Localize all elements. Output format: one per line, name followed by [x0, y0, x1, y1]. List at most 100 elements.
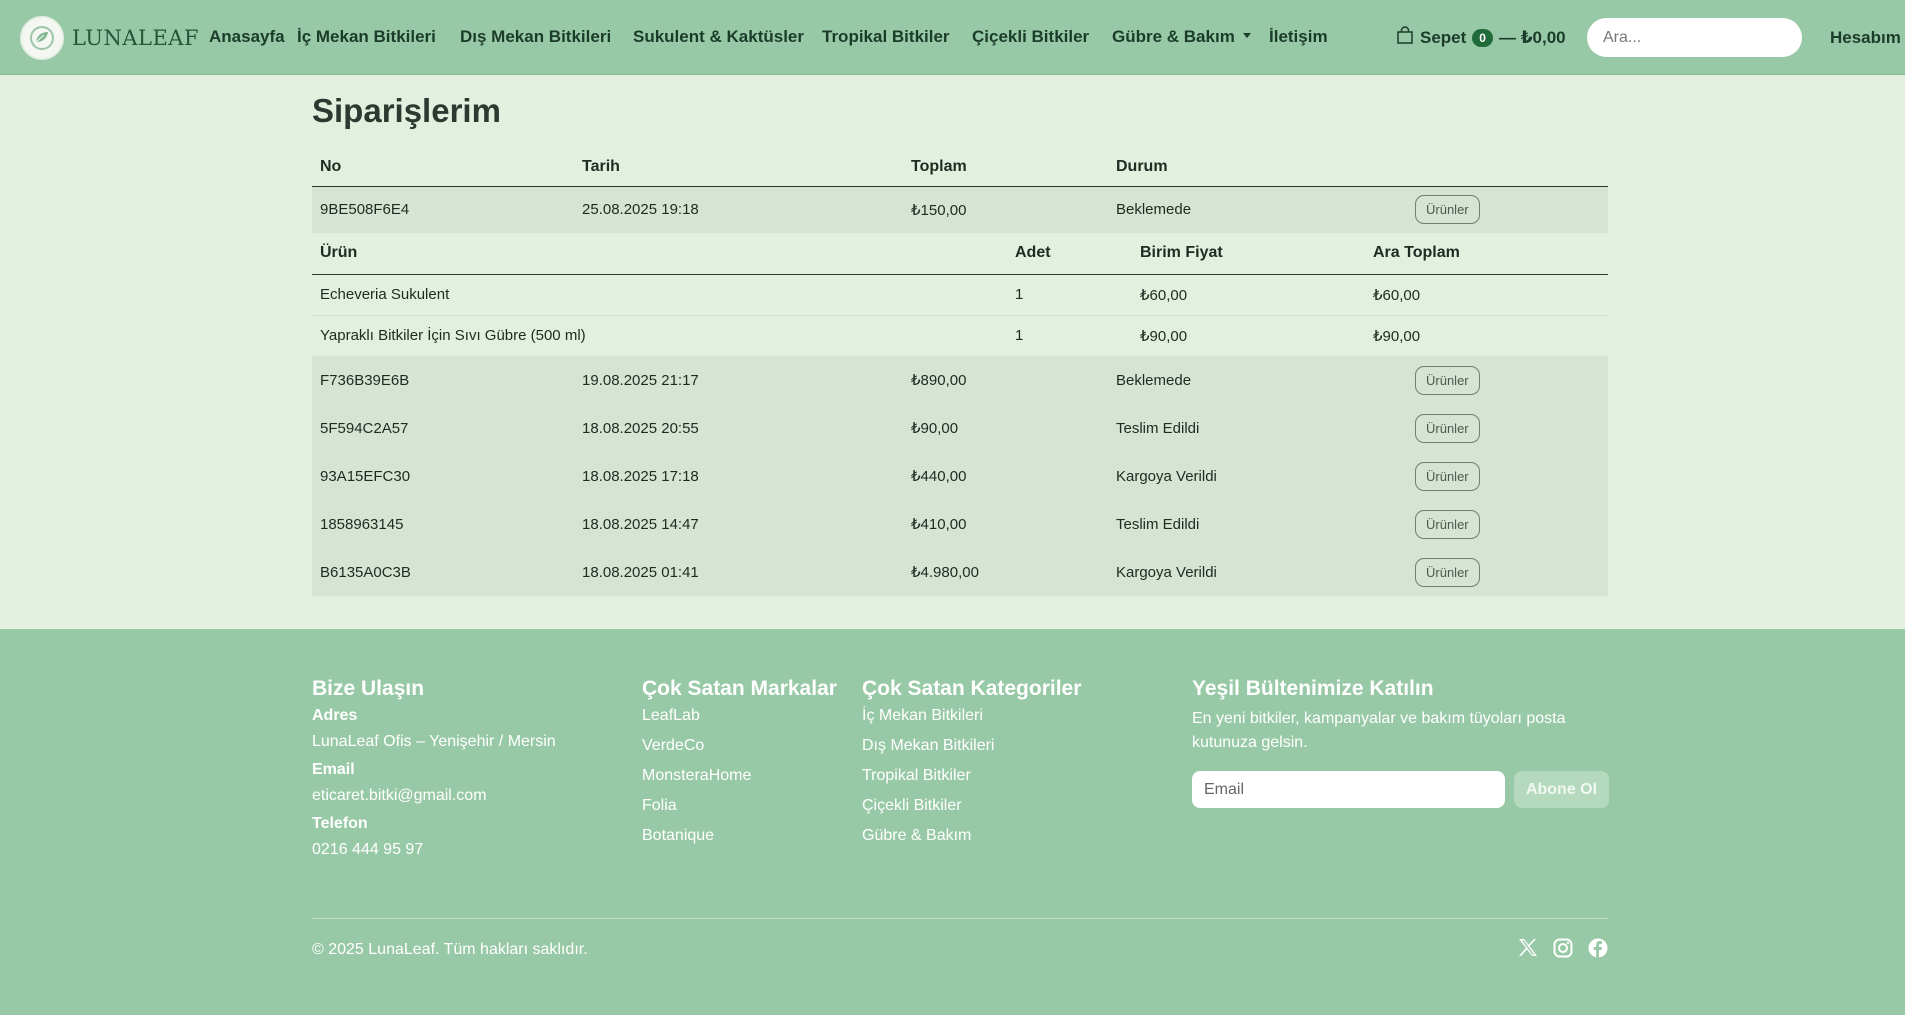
footer-brand-link[interactable]: LeafLab	[642, 707, 837, 725]
order-status: Kargoya Verildi	[1108, 452, 1407, 500]
order-total: ₺410,00	[903, 500, 1108, 548]
order-row: 1858963145 18.08.2025 14:47 ₺410,00 Tesl…	[312, 500, 1608, 548]
products-button[interactable]: Ürünler	[1415, 413, 1480, 443]
item-qty: 1	[1007, 274, 1132, 316]
cart-label: Sepet	[1420, 28, 1467, 47]
footer-brand-link[interactable]: MonsteraHome	[642, 767, 837, 785]
order-row: 9BE508F6E4 25.08.2025 19:18 ₺150,00 Bekl…	[312, 186, 1608, 233]
col-header-qty: Adet	[1007, 233, 1132, 275]
order-detail-cell: Ürün Adet Birim Fiyat Ara Toplam Echever…	[312, 233, 1608, 356]
order-row: 93A15EFC30 18.08.2025 17:18 ₺440,00 Karg…	[312, 452, 1608, 500]
footer-categories-title: Çok Satan Kategoriler	[862, 677, 1082, 700]
items-header-row: Ürün Adet Birim Fiyat Ara Toplam	[312, 233, 1608, 275]
nav-fertilizer-label: Gübre & Bakım	[1112, 27, 1235, 46]
products-button[interactable]: Ürünler	[1415, 365, 1480, 395]
footer-email[interactable]: eticaret.bitki@gmail.com	[312, 787, 556, 805]
footer-categories-section: Çok Satan Kategoriler İç Mekan Bitkileri…	[862, 677, 1081, 857]
footer-phone[interactable]: 0216 444 95 97	[312, 841, 556, 859]
footer-contact-title: Bize Ulaşın	[312, 677, 425, 700]
footer-address: LunaLeaf Ofis – Yenişehir / Mersin	[312, 733, 556, 750]
footer-address-label: Adres	[312, 707, 358, 724]
cart-link[interactable]: Sepet 0 — ₺0,00	[1396, 26, 1566, 50]
order-row: B6135A0C3B 18.08.2025 01:41 ₺4.980,00 Ka…	[312, 548, 1608, 596]
col-header-product: Ürün	[312, 233, 1007, 275]
shopping-bag-icon	[1396, 26, 1414, 50]
order-date: 18.08.2025 20:55	[574, 404, 903, 452]
item-row: Yapraklı Bitkiler İçin Sıvı Gübre (500 m…	[312, 315, 1608, 356]
products-button[interactable]: Ürünler	[1415, 509, 1480, 539]
col-header-date: Tarih	[574, 148, 903, 187]
instagram-icon[interactable]	[1552, 937, 1573, 958]
nav-indoor-plants[interactable]: İç Mekan Bitkileri	[297, 27, 436, 47]
products-button[interactable]: Ürünler	[1415, 195, 1480, 225]
footer-category-link[interactable]: Dış Mekan Bitkileri	[862, 737, 1081, 755]
order-total: ₺440,00	[903, 452, 1108, 500]
footer-brand-link[interactable]: VerdeCo	[642, 737, 837, 755]
order-row: 5F594C2A57 18.08.2025 20:55 ₺90,00 Tesli…	[312, 404, 1608, 452]
footer-category-link[interactable]: İç Mekan Bitkileri	[862, 707, 1081, 725]
col-header-status: Durum	[1108, 148, 1407, 187]
item-qty: 1	[1007, 315, 1132, 356]
x-twitter-icon[interactable]	[1517, 937, 1538, 958]
footer-category-link[interactable]: Tropikal Bitkiler	[862, 767, 1081, 785]
cart-total: — ₺0,00	[1498, 28, 1566, 47]
order-status: Kargoya Verildi	[1108, 548, 1407, 596]
col-header-unit-price: Birim Fiyat	[1132, 233, 1365, 275]
orders-header-row: No Tarih Toplam Durum	[312, 148, 1608, 187]
item-subtotal: ₺60,00	[1365, 274, 1608, 316]
order-row: F736B39E6B 19.08.2025 21:17 ₺890,00 Bekl…	[312, 356, 1608, 404]
order-no: 5F594C2A57	[312, 404, 574, 452]
item-unit-price: ₺90,00	[1132, 315, 1365, 356]
copyright-text: © 2025 LunaLeaf. Tüm hakları saklıdır.	[312, 941, 588, 958]
col-header-total: Toplam	[903, 148, 1108, 187]
order-detail-row: Ürün Adet Birim Fiyat Ara Toplam Echever…	[312, 233, 1608, 356]
orders-table: No Tarih Toplam Durum 9BE508F6E4 25.08.2…	[312, 148, 1608, 596]
item-unit-price: ₺60,00	[1132, 274, 1365, 316]
brand[interactable]: LUNALEAF	[20, 16, 199, 60]
item-row: Echeveria Sukulent 1 ₺60,00 ₺60,00	[312, 274, 1608, 316]
item-product: Yapraklı Bitkiler İçin Sıvı Gübre (500 m…	[312, 315, 1007, 356]
nav-outdoor-plants[interactable]: Dış Mekan Bitkileri	[460, 27, 611, 47]
nav-tropical[interactable]: Tropikal Bitkiler	[822, 27, 950, 47]
footer-brands-title: Çok Satan Markalar	[642, 677, 837, 700]
newsletter-form: Abone Ol	[1192, 771, 1609, 808]
subscribe-button[interactable]: Abone Ol	[1514, 771, 1609, 808]
order-actions-cell: Ürünler	[1407, 186, 1608, 233]
order-date: 18.08.2025 14:47	[574, 500, 903, 548]
nav-contact[interactable]: İletişim	[1269, 27, 1328, 47]
order-total: ₺4.980,00	[903, 548, 1108, 596]
nav-flowering[interactable]: Çiçekli Bitkiler	[972, 27, 1089, 47]
page-title: Siparişlerim	[312, 92, 501, 129]
products-button[interactable]: Ürünler	[1415, 461, 1480, 491]
order-date: 18.08.2025 17:18	[574, 452, 903, 500]
footer-brand-link[interactable]: Botanique	[642, 827, 837, 845]
search-input[interactable]	[1587, 18, 1802, 57]
order-total: ₺150,00	[903, 186, 1108, 233]
order-items-table: Ürün Adet Birim Fiyat Ara Toplam Echever…	[312, 233, 1608, 356]
order-total: ₺890,00	[903, 356, 1108, 404]
footer-category-link[interactable]: Gübre & Bakım	[862, 827, 1081, 845]
nav-home[interactable]: Anasayfa	[209, 27, 285, 47]
footer-newsletter-title: Yeşil Bültenimize Katılın	[1192, 677, 1434, 700]
order-status: Beklemede	[1108, 186, 1407, 233]
facebook-icon[interactable]	[1587, 937, 1608, 958]
footer-phone-label: Telefon	[312, 815, 368, 832]
nav-succulents[interactable]: Sukulent & Kaktüsler	[633, 27, 804, 47]
nav-fertilizer-dropdown[interactable]: Gübre & Bakım	[1112, 27, 1251, 47]
newsletter-email-input[interactable]	[1192, 771, 1505, 808]
order-no: 93A15EFC30	[312, 452, 574, 500]
brand-name: LUNALEAF	[72, 26, 200, 50]
order-no: B6135A0C3B	[312, 548, 574, 596]
col-header-actions	[1407, 148, 1608, 187]
footer-brand-link[interactable]: Folia	[642, 797, 837, 815]
products-button[interactable]: Ürünler	[1415, 557, 1480, 587]
order-status: Teslim Edildi	[1108, 404, 1407, 452]
footer-newsletter-section: Yeşil Bültenimize Katılın En yeni bitkil…	[1192, 677, 1609, 808]
account-link[interactable]: Hesabım	[1830, 28, 1901, 48]
top-navbar: LUNALEAF Anasayfa İç Mekan Bitkileri Dış…	[0, 0, 1905, 75]
order-date: 18.08.2025 01:41	[574, 548, 903, 596]
footer-brands-section: Çok Satan Markalar LeafLab VerdeCo Monst…	[642, 677, 837, 857]
footer-category-link[interactable]: Çiçekli Bitkiler	[862, 797, 1081, 815]
social-links	[1517, 937, 1608, 958]
order-status: Teslim Edildi	[1108, 500, 1407, 548]
